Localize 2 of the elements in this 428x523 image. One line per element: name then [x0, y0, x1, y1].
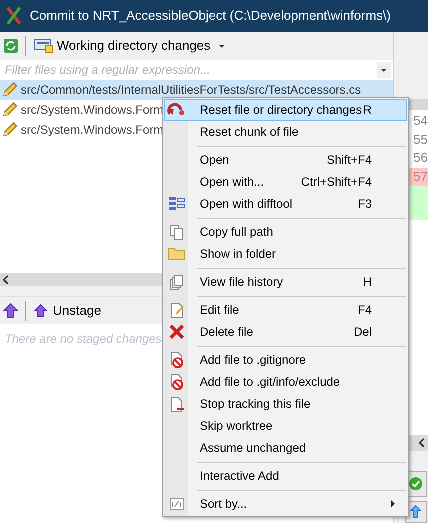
window-title: Commit to NRT_AccessibleObject (C:\Development\winforms\)	[30, 7, 391, 26]
empty-state-message: There are no staged changes	[5, 332, 162, 346]
